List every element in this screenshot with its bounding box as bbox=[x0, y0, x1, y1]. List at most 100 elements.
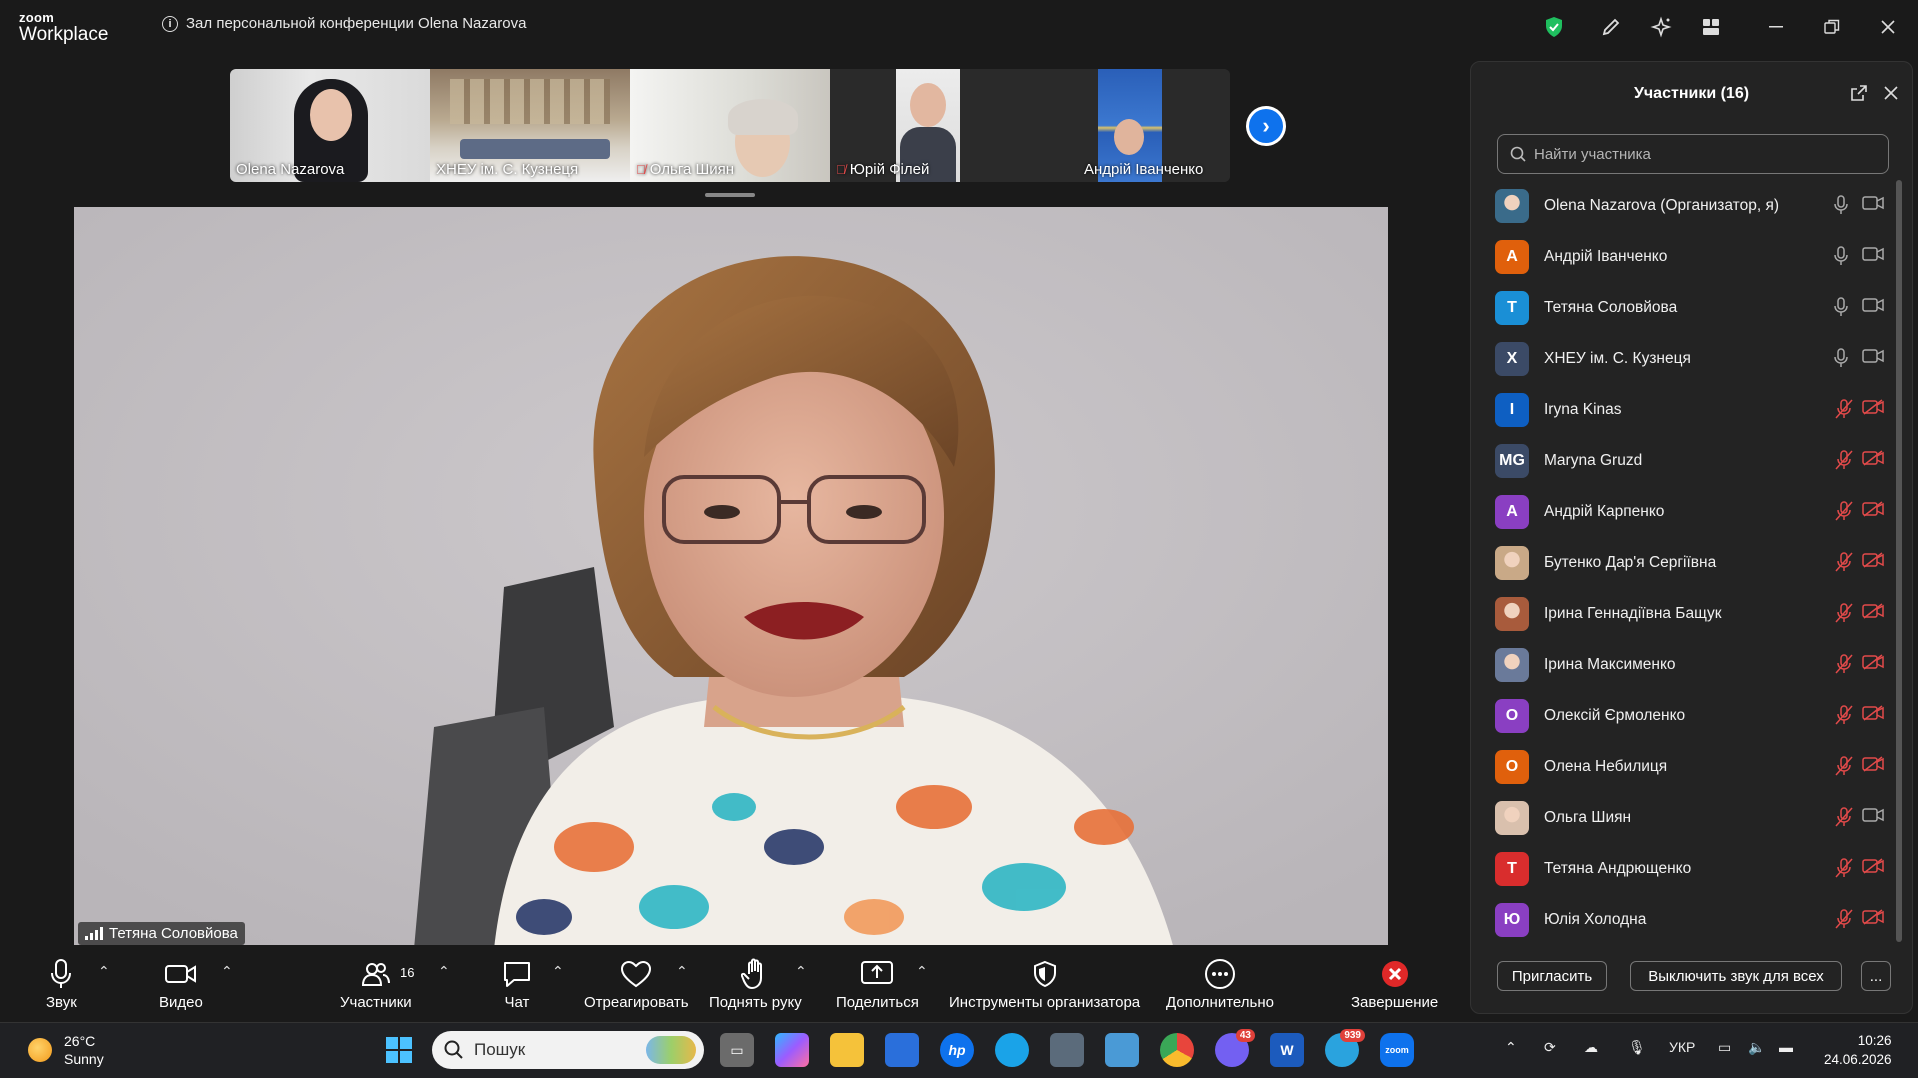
participant-row[interactable]: O Олена Небилиця bbox=[1471, 741, 1891, 792]
zoom-app-icon[interactable]: zoom bbox=[1380, 1033, 1414, 1067]
search-input[interactable] bbox=[1534, 145, 1874, 163]
microphone-icon[interactable] bbox=[1834, 246, 1848, 271]
muted-microphone-icon[interactable] bbox=[1834, 807, 1854, 832]
hp-icon[interactable]: hp bbox=[940, 1033, 974, 1067]
word-icon[interactable]: W bbox=[1270, 1033, 1304, 1067]
camera-off-icon[interactable] bbox=[1862, 756, 1884, 777]
chrome-icon[interactable] bbox=[1160, 1033, 1194, 1067]
camera-off-icon[interactable] bbox=[1862, 603, 1884, 624]
participant-row[interactable]: Ольга Шиян bbox=[1471, 792, 1891, 843]
cloud-icon[interactable]: ☁ bbox=[1584, 1039, 1598, 1056]
participant-row[interactable]: A Андрій Іванченко bbox=[1471, 231, 1891, 282]
muted-microphone-icon[interactable] bbox=[1834, 756, 1854, 781]
close-window-button[interactable] bbox=[1873, 12, 1903, 42]
meeting-info-button[interactable]: i Зал персональной конференции Olena Naz… bbox=[162, 15, 526, 32]
volume-icon[interactable]: 🔈 bbox=[1748, 1039, 1765, 1056]
taskbar-search[interactable]: Пошук bbox=[432, 1031, 704, 1069]
minimize-button[interactable] bbox=[1761, 12, 1791, 42]
annotate-pen-icon[interactable] bbox=[1597, 13, 1625, 41]
camera-off-icon[interactable] bbox=[1862, 399, 1884, 420]
share-button[interactable]: Поделиться bbox=[836, 957, 919, 1011]
muted-microphone-icon[interactable] bbox=[1834, 705, 1854, 730]
video-button[interactable]: Видео bbox=[159, 957, 203, 1011]
apps-icon[interactable] bbox=[1697, 13, 1725, 41]
panel-more-button[interactable]: ... bbox=[1861, 961, 1891, 991]
participant-row[interactable]: Olena Nazarova (Организатор, я) bbox=[1471, 180, 1891, 231]
participant-scrollbar[interactable] bbox=[1896, 180, 1902, 942]
camera-off-icon[interactable] bbox=[1862, 705, 1884, 726]
network-icon[interactable]: ▭ bbox=[1718, 1039, 1731, 1056]
video-thumbnail[interactable]: Olena Nazarova bbox=[230, 69, 430, 182]
close-icon[interactable] bbox=[1884, 80, 1898, 106]
language-indicator[interactable]: УКР bbox=[1669, 1039, 1695, 1055]
participant-row[interactable]: I Iryna Kinas bbox=[1471, 384, 1891, 435]
camera-icon[interactable] bbox=[1862, 297, 1884, 318]
participant-row[interactable]: O Олексій Єрмоленко bbox=[1471, 690, 1891, 741]
camera-off-icon[interactable] bbox=[1862, 552, 1884, 573]
audio-button[interactable]: Звук bbox=[46, 957, 77, 1011]
react-button[interactable]: Отреагировать bbox=[584, 957, 689, 1011]
next-page-button[interactable]: › bbox=[1246, 106, 1286, 146]
share-options-caret[interactable]: ⌃ bbox=[916, 963, 928, 980]
chat-button[interactable]: Чат bbox=[502, 957, 532, 1011]
participant-row[interactable]: A Андрій Карпенко bbox=[1471, 486, 1891, 537]
audio-options-caret[interactable]: ⌃ bbox=[98, 963, 110, 980]
react-options-caret[interactable]: ⌃ bbox=[676, 963, 688, 980]
tray-overflow-icon[interactable]: ⌃ bbox=[1505, 1039, 1517, 1056]
participants-options-caret[interactable]: ⌃ bbox=[438, 963, 450, 980]
participant-row[interactable]: X ХНЕУ ім. С. Кузнеця bbox=[1471, 333, 1891, 384]
store-icon[interactable] bbox=[885, 1033, 919, 1067]
calculator-icon[interactable] bbox=[1050, 1033, 1084, 1067]
camera-off-icon[interactable] bbox=[1862, 909, 1884, 930]
muted-microphone-icon[interactable] bbox=[1834, 450, 1854, 475]
mute-all-button[interactable]: Выключить звук для всех bbox=[1630, 961, 1842, 991]
camera-off-icon[interactable] bbox=[1862, 654, 1884, 675]
camera-icon[interactable] bbox=[1862, 195, 1884, 216]
battery-icon[interactable]: ▬ bbox=[1779, 1039, 1793, 1055]
muted-microphone-icon[interactable] bbox=[1834, 909, 1854, 934]
participant-search[interactable] bbox=[1497, 134, 1889, 174]
popout-icon[interactable] bbox=[1850, 84, 1868, 107]
raise-hand-options-caret[interactable]: ⌃ bbox=[795, 963, 807, 980]
host-tools-button[interactable]: Инструменты организатора bbox=[949, 957, 1140, 1011]
participant-row[interactable]: Ю Юлія Холодна bbox=[1471, 894, 1891, 945]
weather-widget[interactable]: 26°C Sunny bbox=[28, 1032, 104, 1068]
camera-off-icon[interactable] bbox=[1862, 501, 1884, 522]
file-explorer-icon[interactable] bbox=[830, 1033, 864, 1067]
muted-microphone-icon[interactable] bbox=[1834, 603, 1854, 628]
camera-icon[interactable] bbox=[1862, 246, 1884, 267]
photos-icon[interactable] bbox=[1105, 1033, 1139, 1067]
viber-icon[interactable]: 43 bbox=[1215, 1029, 1255, 1067]
chat-options-caret[interactable]: ⌃ bbox=[552, 963, 564, 980]
video-thumbnail[interactable]: Андрій Іванченко bbox=[1030, 69, 1230, 182]
clock[interactable]: 10:26 24.06.2026 bbox=[1824, 1031, 1892, 1069]
strip-resize-handle[interactable] bbox=[705, 193, 755, 197]
participant-row[interactable]: T Тетяна Соловйова bbox=[1471, 282, 1891, 333]
end-meeting-button[interactable]: Завершение bbox=[1351, 957, 1438, 1011]
raise-hand-button[interactable]: Поднять руку bbox=[709, 957, 802, 1011]
microphone-icon[interactable] bbox=[1834, 195, 1848, 220]
muted-microphone-icon[interactable] bbox=[1834, 399, 1854, 424]
camera-off-icon[interactable] bbox=[1862, 858, 1884, 879]
copilot-icon[interactable] bbox=[775, 1033, 809, 1067]
more-button[interactable]: Дополнительно bbox=[1166, 957, 1274, 1011]
microphone-icon[interactable] bbox=[1834, 297, 1848, 322]
participant-row[interactable]: MG Maryna Gruzd bbox=[1471, 435, 1891, 486]
participant-row[interactable]: Ірина Геннадіївна Бащук bbox=[1471, 588, 1891, 639]
restore-button[interactable] bbox=[1817, 12, 1847, 42]
ai-companion-icon[interactable] bbox=[1647, 13, 1675, 41]
camera-icon[interactable] bbox=[1862, 807, 1884, 828]
video-thumbnail[interactable]: ХНЕУ ім. С. Кузнеця bbox=[430, 69, 630, 182]
microphone-icon[interactable] bbox=[1834, 348, 1848, 373]
video-thumbnail[interactable]: 🎙̸ Юрій Філей bbox=[830, 69, 1030, 182]
muted-microphone-icon[interactable] bbox=[1834, 858, 1854, 883]
telegram-icon[interactable]: 939 bbox=[1325, 1029, 1365, 1067]
invite-button[interactable]: Пригласить bbox=[1497, 961, 1607, 991]
muted-microphone-icon[interactable] bbox=[1834, 654, 1854, 679]
task-view-icon[interactable]: ▭ bbox=[720, 1033, 754, 1067]
muted-microphone-icon[interactable] bbox=[1834, 501, 1854, 526]
video-options-caret[interactable]: ⌃ bbox=[221, 963, 233, 980]
camera-icon[interactable] bbox=[1862, 348, 1884, 369]
participant-row[interactable]: T Тетяна Андрющенко bbox=[1471, 843, 1891, 894]
participant-row[interactable]: Ірина Максименко bbox=[1471, 639, 1891, 690]
